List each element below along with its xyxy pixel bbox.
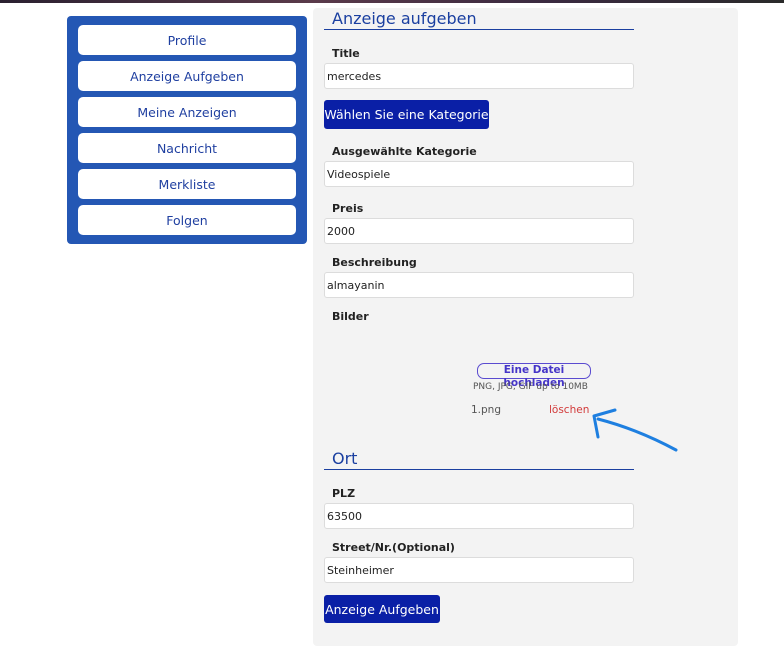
sidebar-item-meine-anzeigen[interactable]: Meine Anzeigen xyxy=(78,97,296,127)
choose-category-button[interactable]: Wählen Sie eine Kategorie xyxy=(324,100,489,129)
upload-file-link[interactable]: Eine Datei hochladen xyxy=(477,363,591,389)
sidebar-item-nachricht[interactable]: Nachricht xyxy=(78,133,296,163)
submit-ad-button[interactable]: Anzeige Aufgeben xyxy=(324,595,440,623)
sidebar: Profile Anzeige Aufgeben Meine Anzeigen … xyxy=(67,16,307,244)
description-input[interactable] xyxy=(324,272,634,298)
zip-label: PLZ xyxy=(332,487,356,500)
form-heading-divider xyxy=(324,29,634,30)
selected-category-label: Ausgewählte Kategorie xyxy=(332,145,477,158)
upload-hint: PNG, JPG, GIF up to 10MB xyxy=(473,382,588,392)
price-label: Preis xyxy=(332,202,364,215)
street-input[interactable] xyxy=(324,557,634,583)
location-heading: Ort xyxy=(332,449,358,468)
sidebar-item-profile[interactable]: Profile xyxy=(78,25,296,55)
sidebar-item-anzeige-aufgeben[interactable]: Anzeige Aufgeben xyxy=(78,61,296,91)
sidebar-item-merkliste[interactable]: Merkliste xyxy=(78,169,296,199)
title-input[interactable] xyxy=(324,63,634,89)
zip-input[interactable] xyxy=(324,503,634,529)
title-label: Title xyxy=(332,47,360,60)
description-label: Beschreibung xyxy=(332,256,417,269)
street-label: Street/Nr.(Optional) xyxy=(332,541,455,554)
form-heading: Anzeige aufgeben xyxy=(332,9,477,28)
uploaded-file-name: 1.png xyxy=(471,404,502,416)
top-bar xyxy=(0,0,784,3)
images-label: Bilder xyxy=(332,310,369,323)
location-heading-divider xyxy=(324,469,634,470)
sidebar-item-folgen[interactable]: Folgen xyxy=(78,205,296,235)
price-input[interactable] xyxy=(324,218,634,244)
ad-form-panel: Anzeige aufgeben Title Wählen Sie eine K… xyxy=(313,8,738,646)
selected-category-input[interactable] xyxy=(324,161,634,187)
delete-file-link[interactable]: löschen xyxy=(549,404,589,416)
